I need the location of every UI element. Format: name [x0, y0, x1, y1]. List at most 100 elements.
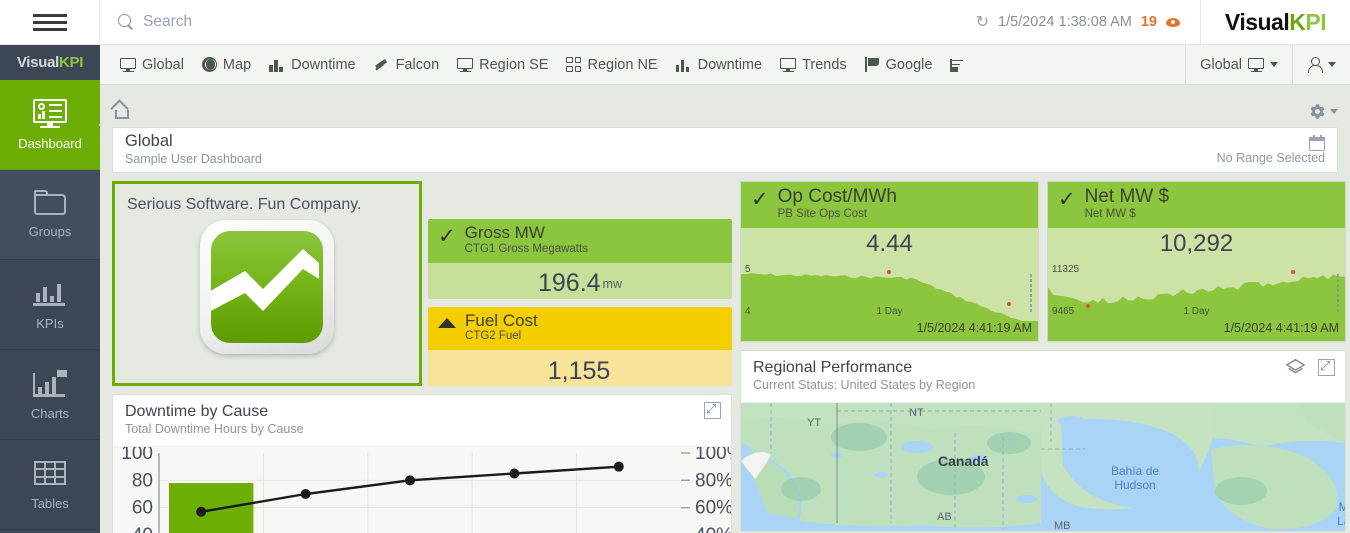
sidebar-item-label: Tables [31, 496, 69, 511]
nav-item-label: Downtime [698, 57, 762, 73]
map-label: M La [1337, 501, 1345, 529]
spark-tile-net-mw[interactable]: ✓ Net MW $ Net MW $ [1047, 181, 1346, 342]
sort-list-icon [950, 58, 967, 72]
sidebar-item-groups[interactable]: Groups [0, 170, 100, 260]
sidebar-item-charts[interactable]: Charts [0, 350, 100, 440]
panel-title: Downtime by Cause [125, 402, 304, 421]
promo-and-kpi-row: Serious Software. Fun Company. [112, 181, 732, 386]
check-icon: ✓ [751, 189, 769, 210]
map-label: Bahía de Hudson [1111, 465, 1159, 493]
sidebar-item-label: KPIs [36, 316, 63, 331]
left-column: Serious Software. Fun Company. [112, 181, 732, 533]
visualkpi-logo-icon [200, 220, 334, 354]
pin-icon [374, 57, 390, 72]
map-label: Canadá [938, 453, 989, 469]
nav-item-label: Global [142, 57, 184, 73]
promo-tile[interactable]: Serious Software. Fun Company. [112, 181, 422, 386]
spark-name: Op Cost/MWh [778, 187, 897, 207]
brand-logo-k: K [1289, 9, 1305, 36]
home-icon[interactable] [112, 102, 132, 120]
hamburger-icon-line [33, 28, 67, 31]
monitor-icon [120, 58, 136, 72]
page-subtitle: Sample User Dashboard [125, 151, 262, 167]
panel-title: Regional Performance [753, 358, 975, 377]
kpi-value-area: 1,155 [428, 350, 732, 386]
pareto-chart-svg: 100806040100%80%60%40% [113, 447, 731, 533]
user-menu-button[interactable] [1292, 45, 1350, 85]
calendar-icon [1309, 135, 1325, 151]
pareto-chart[interactable]: 100806040100%80%60%40% [113, 447, 731, 533]
date-range-selector[interactable]: No Range Selected [1217, 135, 1325, 165]
kpi-tile-stack: ✓ Gross MW CTG1 Gross Megawatts 196.4 mw [428, 181, 732, 386]
kpi-subtitle: CTG2 Fuel [465, 329, 538, 344]
spark-timestamp: 1/5/2024 4:41:19 AM [741, 321, 1038, 341]
flag-icon [865, 57, 880, 72]
nav-item-list: Global Map Downtime Falcon Region SE [100, 52, 1185, 78]
map-label: MB [1054, 520, 1071, 531]
date-range-label: No Range Selected [1217, 151, 1325, 165]
spark-tile-row: ✓ Op Cost/MWh PB Site Ops Cost [740, 181, 1346, 342]
content-area: Global Sample User Dashboard No Range Se… [100, 85, 1350, 533]
gear-icon [1309, 103, 1326, 120]
panel-title-group: Downtime by Cause Total Downtime Hours b… [125, 402, 304, 438]
nav-item-google[interactable]: Google [857, 52, 941, 78]
nav-item-falcon[interactable]: Falcon [366, 52, 448, 78]
scope-label: Global [1200, 57, 1242, 73]
page-title: Global [125, 132, 262, 151]
svg-text:100: 100 [121, 447, 153, 464]
nav-item-region-se[interactable]: Region SE [449, 52, 556, 78]
nav-item-map[interactable]: Map [194, 52, 259, 78]
svg-text:60: 60 [132, 498, 153, 519]
layers-icon-svg [1285, 358, 1306, 377]
nav-item-downtime-2[interactable]: Downtime [668, 52, 770, 78]
active-indicator-arrow [99, 114, 109, 136]
monitor-icon [780, 58, 796, 72]
layers-icon[interactable] [1285, 358, 1306, 377]
map-label: NT [909, 407, 924, 419]
sidebar-item-tables[interactable]: Tables [0, 440, 100, 530]
expand-icon[interactable] [1318, 359, 1335, 376]
eye-icon[interactable] [1166, 18, 1180, 27]
check-icon: ✓ [438, 226, 456, 247]
scope-selector[interactable]: Global [1185, 45, 1292, 85]
map-controls [1285, 358, 1335, 377]
search-icon [118, 14, 134, 30]
spark-subtitle: PB Site Ops Cost [778, 207, 897, 222]
panel-subtitle: Total Downtime Hours by Cause [125, 421, 304, 438]
panel-subtitle: Current Status: United States by Region [753, 377, 975, 394]
kpi-name: Fuel Cost [465, 312, 538, 330]
kpi-tile-fuel-cost[interactable]: Fuel Cost CTG2 Fuel 1,155 [428, 307, 732, 387]
right-column: ✓ Op Cost/MWh PB Site Ops Cost [740, 181, 1346, 533]
kpi-title-group: Gross MW CTG1 Gross Megawatts [465, 224, 588, 257]
sidebar-item-label: Charts [31, 406, 69, 421]
nav-sort-button[interactable] [942, 53, 975, 77]
nav-item-region-ne[interactable]: Region NE [558, 52, 665, 78]
settings-menu-button[interactable] [1309, 103, 1338, 120]
dashboard-title-group: Global Sample User Dashboard [125, 132, 262, 167]
top-bar: Search ↻ 1/5/2024 1:38:08 AM 19 VisualKP… [0, 0, 1350, 45]
refresh-icon[interactable]: ↻ [976, 12, 989, 32]
dashboard-icon [31, 99, 69, 129]
map-label: YT [807, 417, 821, 429]
nav-item-downtime-1[interactable]: Downtime [261, 52, 363, 78]
spark-tile-op-cost[interactable]: ✓ Op Cost/MWh PB Site Ops Cost [740, 181, 1039, 342]
search-input[interactable]: Search [100, 0, 976, 45]
search-placeholder: Search [143, 13, 192, 31]
menu-toggle-button[interactable] [0, 0, 100, 45]
nav-item-label: Google [886, 57, 933, 73]
sidebar-item-label: Groups [29, 224, 72, 239]
kpi-tile-gross-mw[interactable]: ✓ Gross MW CTG1 Gross Megawatts 196.4 mw [428, 219, 732, 299]
map-canvas[interactable]: YTNTCanadáABBCSKMBNLBahía de HudsonM La [741, 403, 1345, 531]
expand-icon[interactable] [704, 402, 721, 419]
kpi-value: 1,155 [548, 357, 611, 386]
svg-text:40%: 40% [695, 525, 731, 533]
spark-range-label: 1 Day [741, 306, 1038, 317]
last-refresh-timestamp: 1/5/2024 1:38:08 AM [998, 14, 1132, 30]
nav-item-global[interactable]: Global [112, 52, 192, 78]
kpi-header: Fuel Cost CTG2 Fuel [428, 307, 732, 351]
logo-zigzag-icon [211, 231, 323, 343]
nav-item-trends[interactable]: Trends [772, 52, 855, 78]
sidebar-item-kpis[interactable]: KPIs [0, 260, 100, 350]
sidebar-item-dashboard[interactable]: Dashboard [0, 80, 100, 170]
nav-right-group: Global [1185, 45, 1350, 85]
